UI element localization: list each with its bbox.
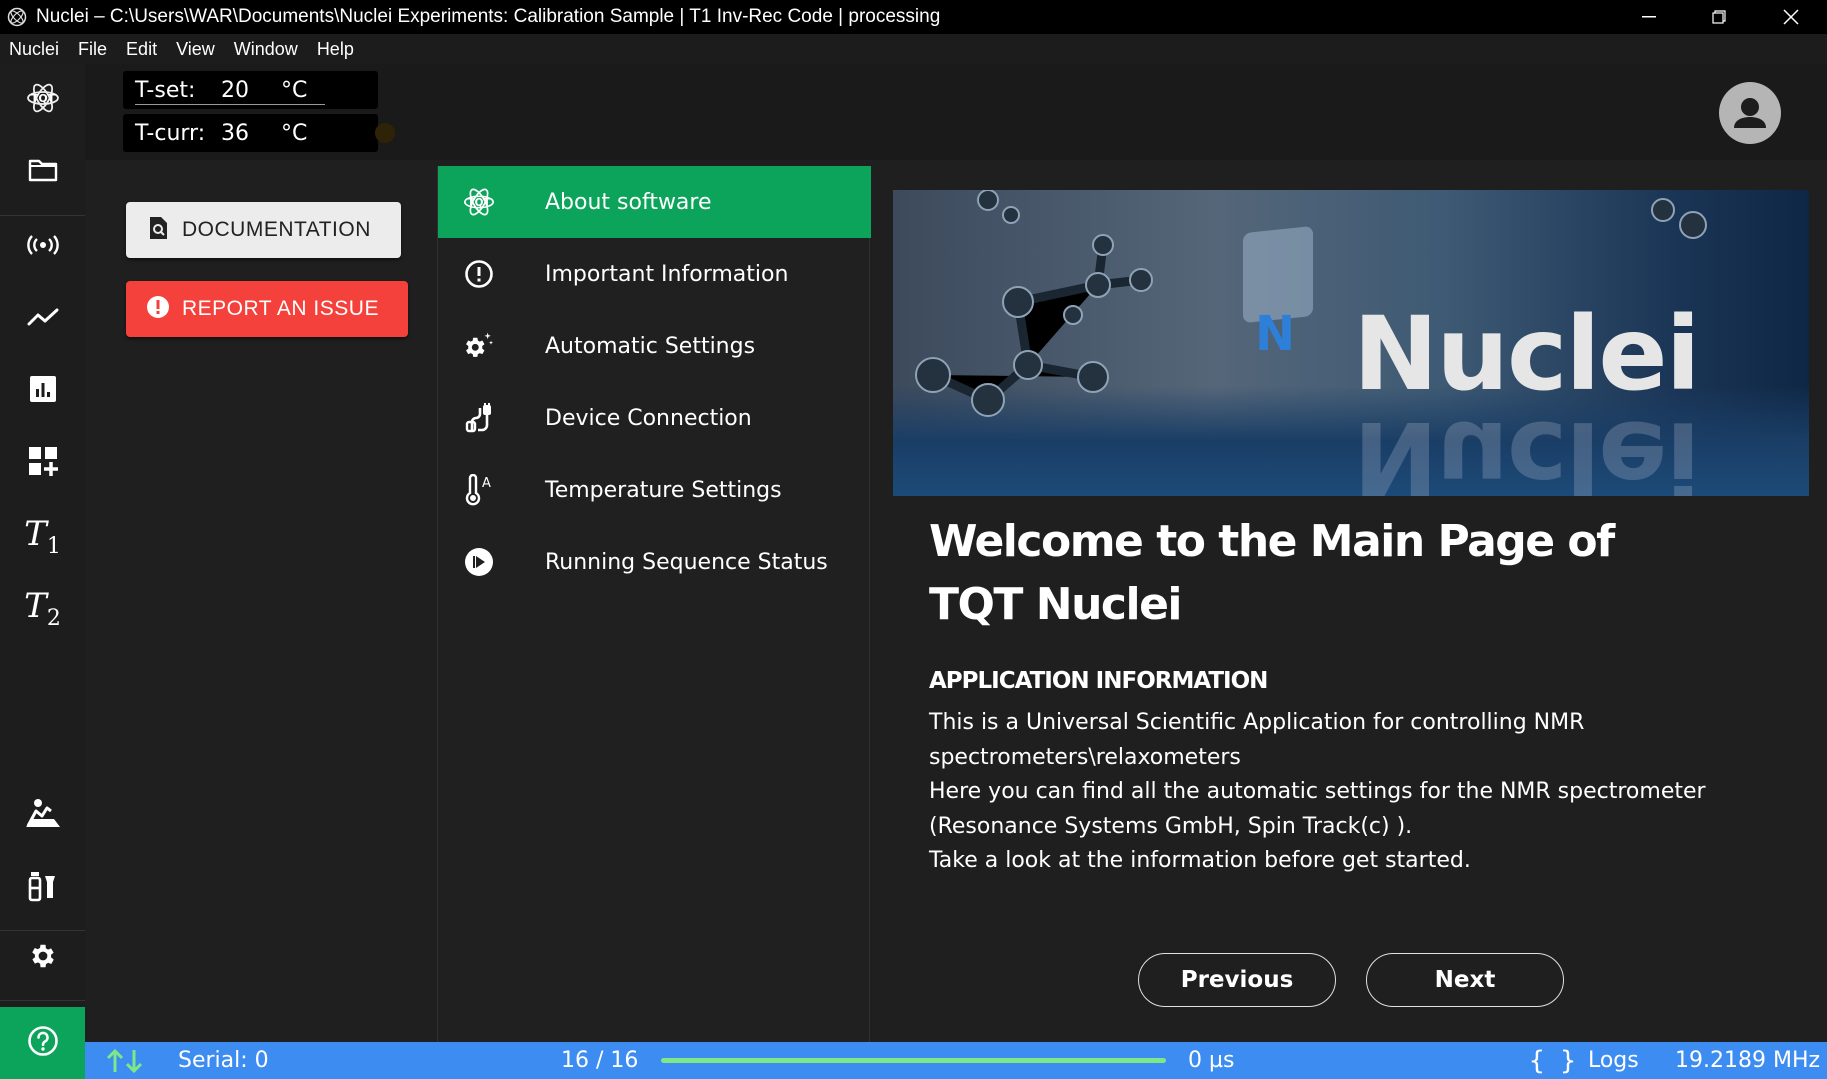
- status-bar: Serial: 0 16 / 16 0 µs { } Logs 19.2189 …: [85, 1042, 1827, 1079]
- app-info-text: This is a Universal Scientific Applicati…: [929, 706, 1789, 879]
- left-rail: TQT T1 T2: [0, 64, 85, 1079]
- avatar[interactable]: [1719, 82, 1781, 144]
- frequency-readout: 19.2189 MHz: [1675, 1048, 1821, 1073]
- rail-bar-chart-button[interactable]: [0, 355, 85, 427]
- t2-icon: T2: [24, 585, 61, 631]
- tqt-logo-icon: TQT: [462, 185, 496, 219]
- t-set-field[interactable]: T-set: 20 °C: [123, 71, 378, 109]
- rail-t2-button[interactable]: T2: [0, 572, 85, 644]
- t-set-value[interactable]: 20: [221, 78, 249, 103]
- add-widget-icon: [28, 446, 58, 480]
- help-icon: [27, 1025, 59, 1061]
- trend-icon: [27, 307, 59, 331]
- menu-bar: Nuclei File Edit View Window Help: [0, 34, 1827, 64]
- close-button[interactable]: [1756, 0, 1826, 34]
- serial-status: Serial: 0: [178, 1048, 269, 1073]
- content-panel: N Nuclei Nuclei Welcome to the Main Page…: [871, 160, 1827, 1042]
- temperature-header: T-set: 20 °C T-curr: 36 °C: [85, 64, 1827, 160]
- info-nav: TQT About software Important Information…: [437, 166, 871, 1042]
- info-line: (Resonance Systems GmbH, Spin Track(c) )…: [929, 813, 1413, 839]
- logs-button[interactable]: { } Logs: [1529, 1042, 1639, 1079]
- rail-sample-button[interactable]: [0, 780, 85, 852]
- temperature-status-led: [375, 123, 395, 143]
- nav-item-important-information[interactable]: Important Information: [438, 238, 871, 310]
- menu-edit[interactable]: Edit: [126, 39, 157, 60]
- menu-window[interactable]: Window: [234, 39, 298, 60]
- tqt-logo-icon: TQT: [25, 80, 61, 120]
- info-line: Here you can find all the automatic sett…: [929, 779, 1706, 804]
- svg-text:TQT: TQT: [468, 197, 492, 209]
- hero-brand: Nuclei: [1353, 295, 1701, 414]
- folder-icon: [28, 158, 58, 186]
- info-line: Take a look at the information before ge…: [929, 848, 1471, 873]
- rail-help-button[interactable]: [0, 1007, 85, 1079]
- t1-icon: T1: [24, 513, 61, 559]
- rail-settings-button[interactable]: [0, 922, 85, 994]
- rail-open-folder-button[interactable]: [0, 136, 85, 208]
- gear-icon: [28, 941, 58, 975]
- rail-trend-button[interactable]: [0, 283, 85, 355]
- t-set-unit: °C: [281, 77, 308, 103]
- sample-icon: [25, 798, 61, 834]
- restore-button[interactable]: [1684, 0, 1754, 34]
- rail-signal-button[interactable]: [0, 211, 85, 283]
- progress-bar: [661, 1058, 1166, 1063]
- plug-icon: [462, 401, 496, 435]
- elapsed-time: 0 µs: [1188, 1048, 1235, 1073]
- alert-icon: [146, 295, 170, 323]
- braces-icon: { }: [1529, 1045, 1576, 1076]
- auto-settings-icon: [462, 329, 496, 363]
- app-logo-icon: [6, 6, 28, 28]
- rail-t1-button[interactable]: T1: [0, 500, 85, 572]
- svg-text:A: A: [482, 476, 491, 491]
- svg-text:N: N: [1255, 306, 1295, 362]
- hero-banner: N Nuclei Nuclei: [893, 190, 1809, 496]
- nav-item-temperature-settings[interactable]: A Temperature Settings: [438, 454, 871, 526]
- rail-lab-button[interactable]: [0, 852, 85, 924]
- signal-icon: [26, 235, 59, 259]
- menu-help[interactable]: Help: [317, 39, 354, 60]
- bar-chart-icon: [29, 375, 57, 407]
- nav-item-running-sequence-status[interactable]: Running Sequence Status: [438, 526, 871, 598]
- progress-count: 16 / 16: [561, 1048, 639, 1073]
- info-line: spectrometers\relaxometers: [929, 744, 1241, 770]
- menu-view[interactable]: View: [176, 39, 215, 60]
- lab-icon: [28, 870, 58, 906]
- user-icon: [1734, 98, 1766, 128]
- window-title: Nuclei – C:\Users\WAR\Documents\Nuclei E…: [36, 6, 941, 27]
- documentation-button[interactable]: DOCUMENTATION: [126, 202, 401, 258]
- menu-file[interactable]: File: [78, 39, 107, 60]
- nav-item-about-software[interactable]: TQT About software: [438, 166, 871, 238]
- hero-brand-reflection: Nuclei: [1353, 398, 1699, 496]
- thermometer-icon: A: [462, 473, 496, 507]
- menu-nuclei[interactable]: Nuclei: [9, 39, 59, 60]
- info-line: This is a Universal Scientific Applicati…: [929, 710, 1585, 735]
- t-curr-unit: °C: [281, 120, 308, 146]
- t-curr-field: T-curr: 36 °C: [123, 114, 395, 152]
- section-heading: APPLICATION INFORMATION: [929, 668, 1268, 694]
- page-title: Welcome to the Main Page of TQT Nuclei: [929, 516, 1615, 630]
- t-curr-label: T-curr:: [135, 120, 206, 146]
- play-circle-icon: [462, 545, 496, 579]
- report-issue-button[interactable]: REPORT AN ISSUE: [126, 281, 408, 337]
- nav-item-automatic-settings[interactable]: Automatic Settings: [438, 310, 871, 382]
- next-button[interactable]: Next: [1366, 953, 1564, 1007]
- t-set-label: T-set:: [135, 77, 196, 103]
- alert-circle-icon: [462, 257, 496, 291]
- actions-panel: DOCUMENTATION REPORT AN ISSUE: [85, 160, 437, 1042]
- previous-button[interactable]: Previous: [1138, 953, 1336, 1007]
- svg-text:TQT: TQT: [30, 92, 55, 105]
- rail-add-widget-button[interactable]: [0, 427, 85, 499]
- transfer-arrows-icon[interactable]: [105, 1042, 145, 1079]
- nav-item-device-connection[interactable]: Device Connection: [438, 382, 871, 454]
- document-search-icon: [148, 216, 168, 244]
- minimize-button[interactable]: [1614, 0, 1684, 34]
- rail-home-button[interactable]: TQT: [0, 64, 85, 136]
- t-curr-value: 36: [221, 120, 249, 146]
- title-bar: Nuclei – C:\Users\WAR\Documents\Nuclei E…: [0, 0, 1827, 34]
